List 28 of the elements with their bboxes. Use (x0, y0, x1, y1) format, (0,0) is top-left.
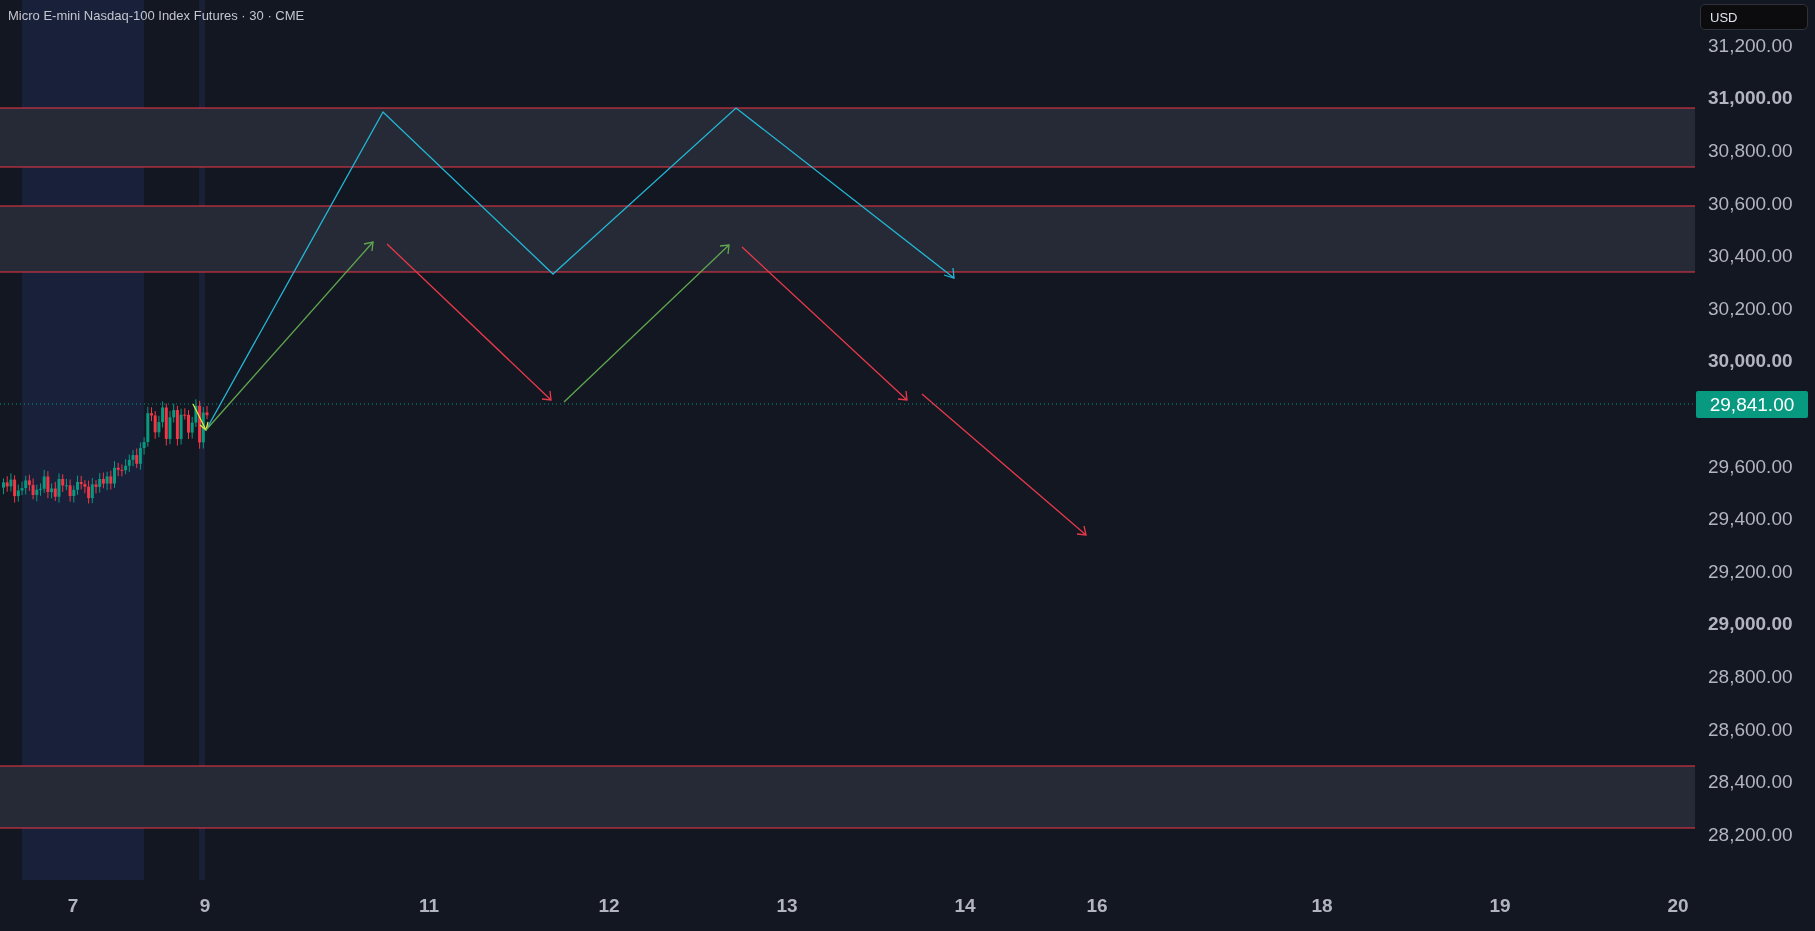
price-label: 30,800.00 (1708, 140, 1793, 162)
price-label: 28,400.00 (1708, 771, 1793, 794)
date-label: 16 (1085, 895, 1109, 917)
price-label: 29,000.00 (1708, 613, 1793, 636)
price-label: 31,200.00 (1708, 34, 1793, 57)
price-label: 29,200.00 (1708, 560, 1793, 583)
date-label: 11 (417, 895, 441, 917)
price-label: 28,800.00 (1708, 666, 1793, 688)
current-price-badge: 29,841.00 (1696, 391, 1808, 418)
date-label: 9 (198, 895, 212, 917)
price-label: 30,400.00 (1708, 245, 1793, 268)
date-label: 18 (1310, 895, 1334, 917)
price-label: 28,200.00 (1708, 823, 1793, 846)
date-label: 20 (1666, 895, 1690, 917)
price-label: 30,200.00 (1708, 297, 1793, 320)
price-label: 30,000.00 (1708, 350, 1793, 373)
date-label: 19 (1488, 895, 1512, 917)
price-label: 29,400.00 (1708, 508, 1793, 531)
date-label: 14 (953, 895, 977, 917)
price-label: 30,600.00 (1708, 192, 1793, 215)
price-label: 31,000.00 (1708, 87, 1793, 110)
date-label: 13 (775, 895, 799, 917)
symbol-title: Micro E-mini Nasdaq-100 Index Futures · 30 · CME (8, 8, 305, 23)
price-label: 28,600.00 (1708, 718, 1793, 741)
date-label: 12 (597, 895, 621, 917)
price-label: 29,600.00 (1708, 455, 1793, 478)
currency-button[interactable]: USD (1700, 4, 1808, 30)
date-label: 7 (66, 895, 80, 917)
